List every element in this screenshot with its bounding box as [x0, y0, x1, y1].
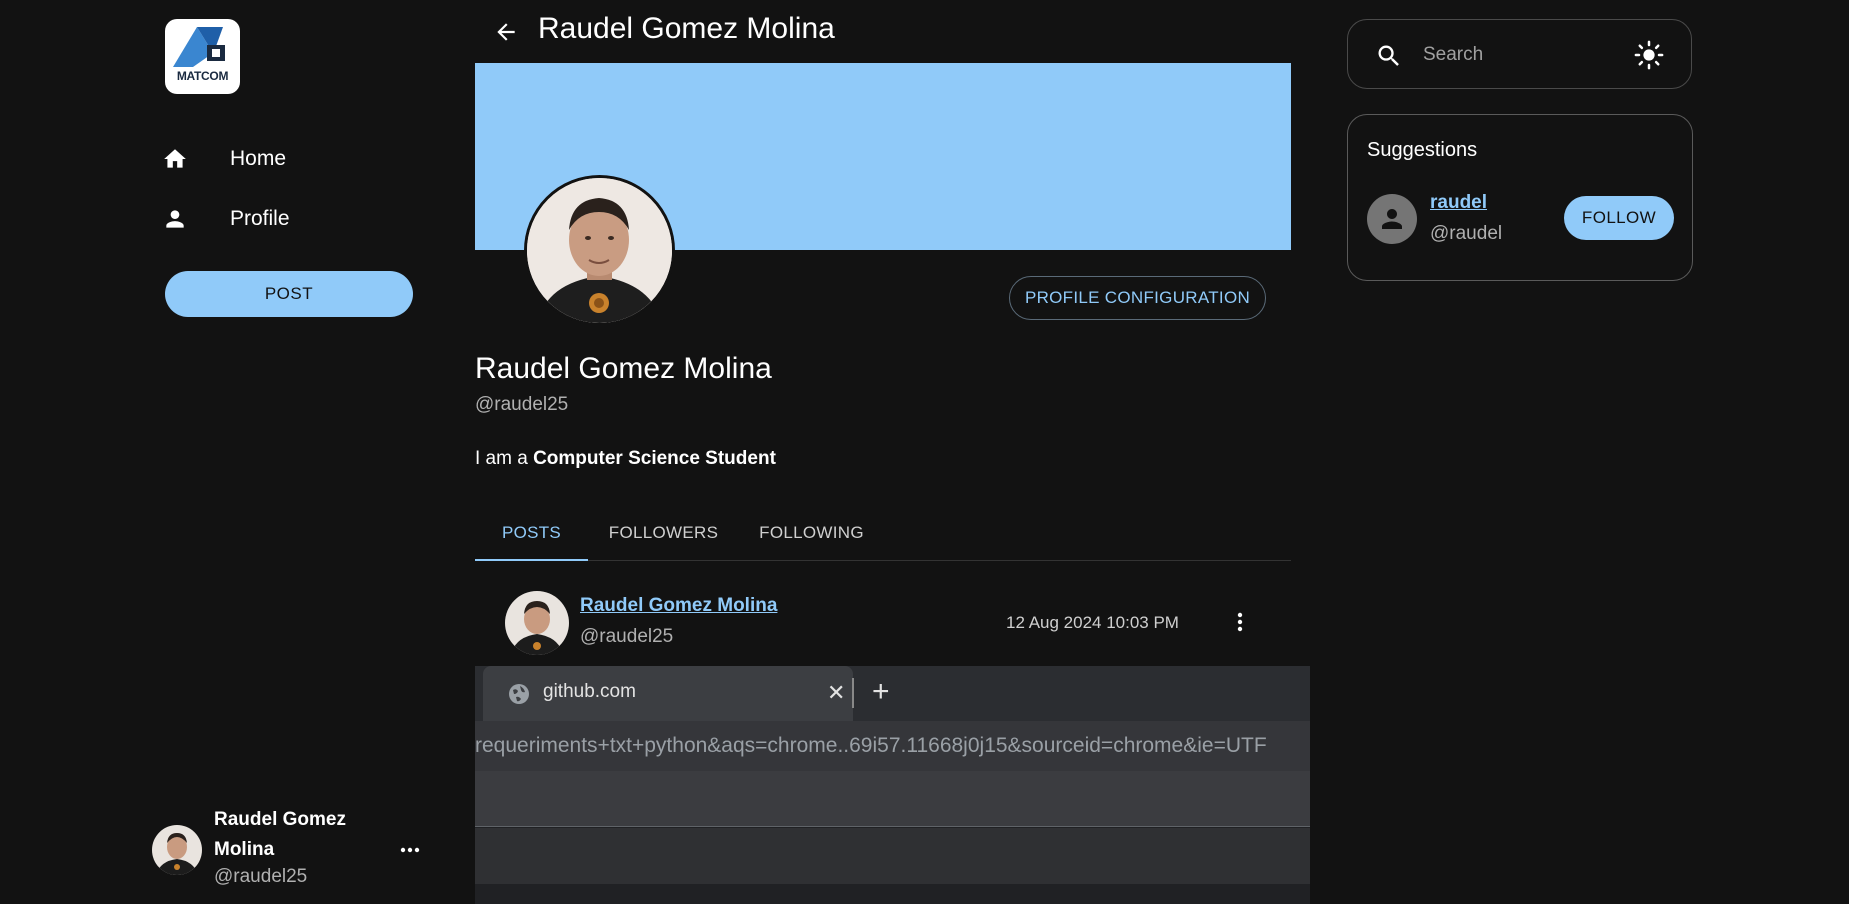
person-icon — [160, 204, 190, 234]
bio-bold: Computer Science Student — [533, 448, 776, 469]
follow-button[interactable]: FOLLOW — [1564, 196, 1674, 240]
profile-configuration-button[interactable]: PROFILE CONFIGURATION — [1009, 276, 1266, 320]
post-author-name[interactable]: Raudel Gomez Molina — [580, 595, 777, 617]
profile-avatar — [524, 175, 675, 326]
screenshot-browser-tab: github.com ✕ — [483, 666, 853, 721]
page-title: Raudel Gomez Molina — [538, 12, 835, 45]
nav-home-label: Home — [230, 147, 287, 170]
current-user-handle: @raudel25 — [214, 866, 308, 887]
current-user-avatar — [152, 825, 202, 875]
suggestions-title: Suggestions — [1367, 139, 1478, 161]
screenshot-address-text: requeriments+txt+python&aqs=chrome..69i5… — [475, 734, 1267, 757]
app-root: MATCOM Home Profile POST Raudel Gomez Mo… — [0, 0, 1849, 904]
post-date: 12 Aug 2024 10:03 PM — [1006, 613, 1179, 632]
more-horizontal-icon[interactable] — [395, 835, 425, 865]
screenshot-tab-label: github.com — [543, 681, 636, 702]
nav-profile-label: Profile — [230, 207, 290, 230]
tab-indicator — [475, 559, 588, 561]
suggestion-handle: @raudel — [1430, 223, 1503, 244]
profile-handle: @raudel25 — [475, 394, 569, 415]
post-header: Raudel Gomez Molina @raudel25 12 Aug 202… — [475, 585, 1291, 661]
suggestion-name[interactable]: raudel — [1430, 192, 1487, 214]
tab-posts[interactable]: POSTS — [475, 505, 588, 561]
search-icon — [1375, 42, 1403, 70]
post-author-handle: @raudel25 — [580, 626, 674, 647]
profile-bio: I am a Computer Science Student — [475, 448, 776, 470]
matcom-logo[interactable]: MATCOM — [165, 19, 240, 94]
sun-icon[interactable] — [1634, 40, 1664, 70]
tab-following[interactable]: FOLLOWING — [739, 505, 884, 561]
globe-icon — [507, 682, 531, 706]
current-user-card[interactable]: Raudel Gomez Molina @raudel25 — [150, 805, 430, 895]
post-image[interactable]: github.com ✕ + requeriments+txt+python&a… — [475, 666, 1310, 904]
close-icon: ✕ — [827, 680, 846, 705]
plus-icon: + — [872, 675, 890, 708]
nav-profile[interactable]: Profile — [160, 194, 420, 244]
post-button[interactable]: POST — [165, 271, 413, 317]
suggestion-avatar[interactable] — [1367, 194, 1417, 244]
screenshot-band — [475, 771, 1310, 827]
logo-text: MATCOM — [176, 69, 229, 83]
post-author-avatar[interactable] — [505, 591, 569, 655]
back-arrow-icon[interactable] — [490, 16, 522, 48]
nav-home[interactable]: Home — [160, 134, 420, 184]
current-user-name: Raudel Gomez Molina — [214, 809, 346, 860]
bio-prefix: I am a — [475, 448, 534, 469]
search-input[interactable] — [1423, 40, 1613, 70]
more-vertical-icon[interactable] — [1225, 607, 1255, 637]
profile-name: Raudel Gomez Molina — [475, 352, 772, 385]
profile-tabs: POSTS FOLLOWERS FOLLOWING — [475, 505, 1291, 561]
screenshot-band-2 — [475, 828, 1310, 884]
home-icon — [160, 144, 190, 174]
screenshot-tab-divider — [852, 678, 854, 708]
tab-followers[interactable]: FOLLOWERS — [597, 505, 730, 561]
search-box — [1347, 19, 1692, 89]
suggestions-panel: Suggestions raudel @raudel FOLLOW — [1347, 114, 1693, 281]
